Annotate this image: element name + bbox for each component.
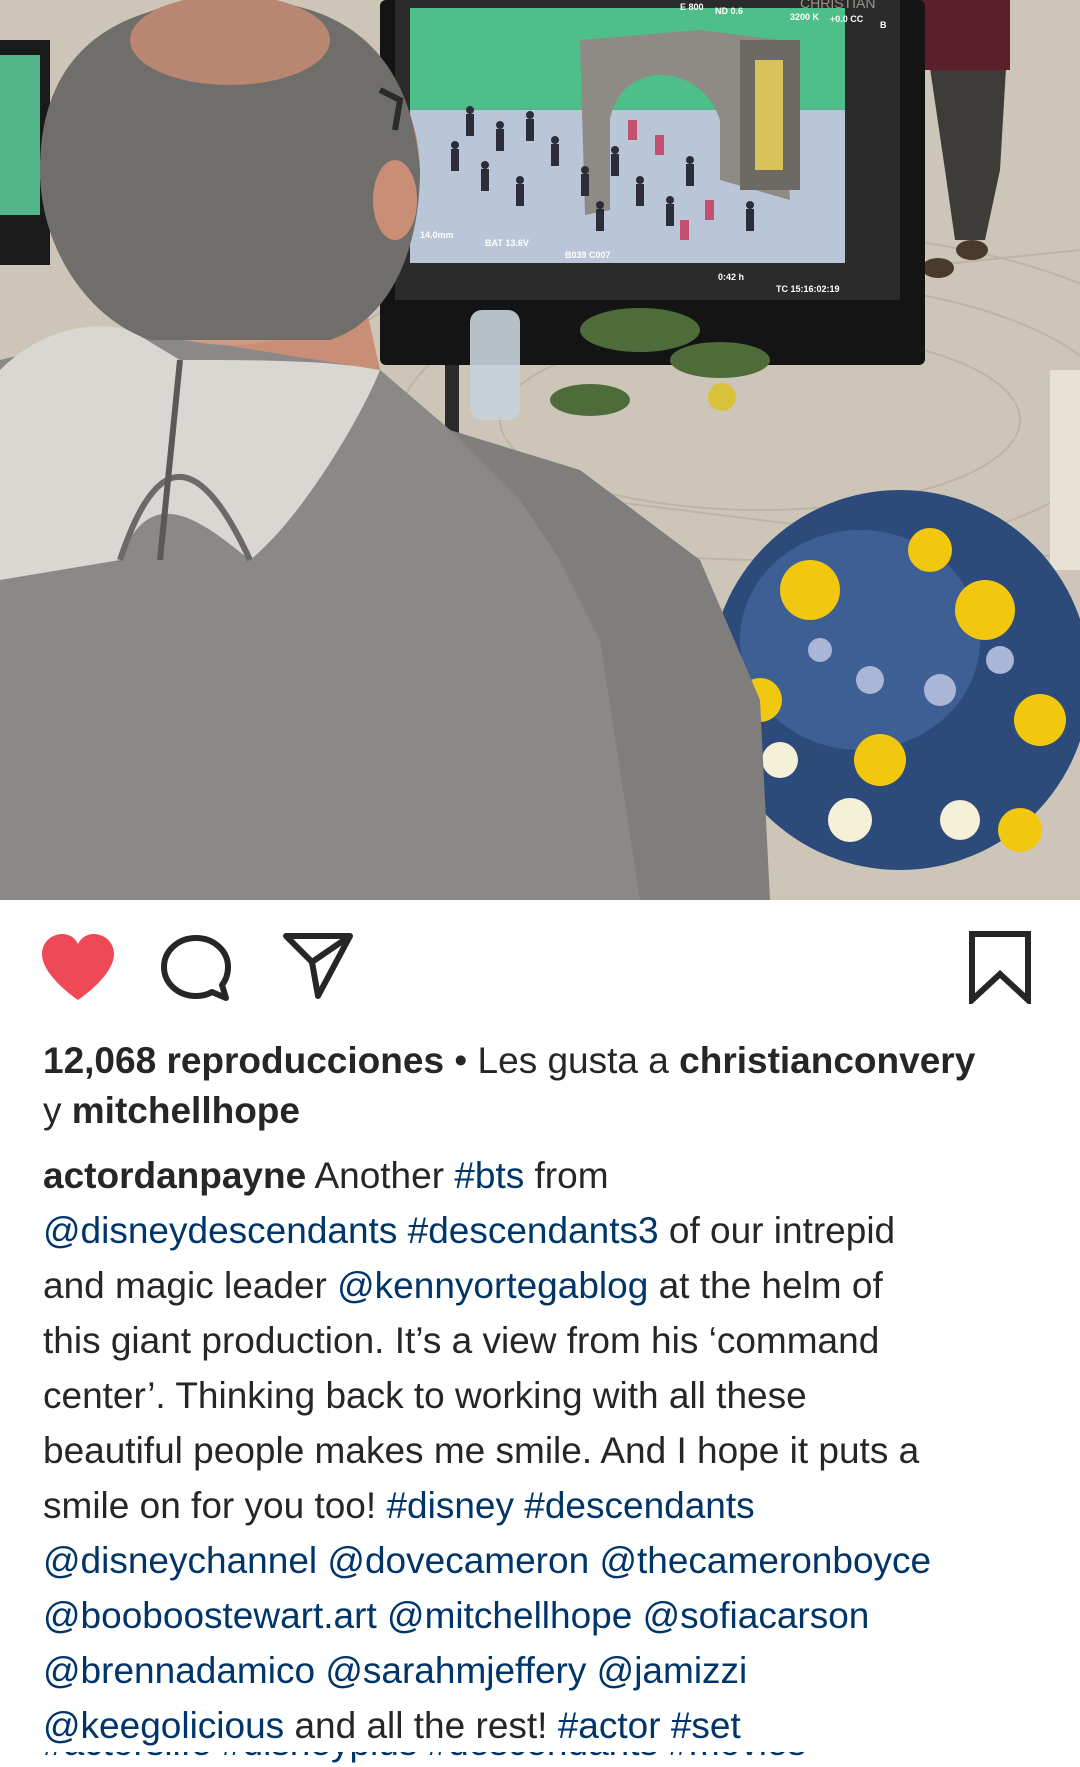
liked-by-prefix: Les gusta a: [477, 1040, 680, 1081]
bookmark-icon[interactable]: [968, 930, 1032, 1009]
mention-link[interactable]: @thecameronboyce: [599, 1540, 931, 1581]
osd-kelvin: 3200 K: [790, 12, 820, 22]
mention-link[interactable]: @disneychannel: [43, 1540, 317, 1581]
caption-line: center’. Thinking back to working with a…: [43, 1375, 807, 1416]
caption-text: at the helm of: [648, 1265, 883, 1306]
caption-text: smile on for you too!: [43, 1485, 387, 1526]
caption-line: @brennadamico @sarahmjeffery @jamizzi: [43, 1643, 1053, 1698]
mention-link[interactable]: @dovecameron: [327, 1540, 589, 1581]
mention-link[interactable]: @keegolicious: [43, 1705, 284, 1746]
osd-battery: BAT 13.6V: [485, 238, 529, 248]
caption-line: actordanpayne Another #bts from: [43, 1148, 1053, 1203]
caption-line: smile on for you too! #disney #descendan…: [43, 1478, 1053, 1533]
caption-line: @disneydescendants #descendants3 of our …: [43, 1203, 1053, 1258]
osd-iso: E 800: [680, 2, 704, 12]
caption-username[interactable]: actordanpayne: [43, 1155, 306, 1196]
mention-link[interactable]: @disneydescendants: [43, 1210, 397, 1251]
hashtag-link[interactable]: #bts: [454, 1155, 524, 1196]
hashtag-link[interactable]: #actor: [558, 1705, 661, 1746]
osd-b: B: [880, 20, 887, 30]
caption-text: from: [524, 1155, 609, 1196]
osd-cc: +0.0 CC: [830, 14, 864, 24]
mention-link[interactable]: @sarahmjeffery: [325, 1650, 586, 1691]
separator: •: [444, 1040, 478, 1081]
caption-line: @keegolicious and all the rest! #actor #…: [43, 1698, 1053, 1753]
caption-space: [589, 1540, 599, 1581]
caption-line: this giant production. It’s a view from …: [43, 1320, 880, 1361]
liked-by-user-1[interactable]: christianconvery: [679, 1040, 975, 1081]
post-caption: actordanpayne Another #bts from @disneyd…: [43, 1148, 1053, 1753]
osd-nd: ND 0.6: [715, 6, 743, 16]
caption-text: and magic leader: [43, 1265, 338, 1306]
caption-space: [317, 1540, 327, 1581]
mention-link[interactable]: @jamizzi: [597, 1650, 748, 1691]
mention-link[interactable]: @mitchellhope: [387, 1595, 632, 1636]
caption-line: and magic leader @kennyortegablog at the…: [43, 1258, 1053, 1313]
hashtag-link[interactable]: #disney: [386, 1485, 514, 1526]
osd-remaining: 0:42 h: [718, 272, 744, 282]
mention-link[interactable]: @kennyortegablog: [337, 1265, 648, 1306]
caption-text: [514, 1485, 524, 1526]
likes-line: 12,068 reproducciones • Les gusta a chri…: [43, 1036, 1038, 1086]
caption-line: @booboostewart.art @mitchellhope @sofiac…: [43, 1588, 1053, 1643]
liked-by-user-2[interactable]: mitchellhope: [72, 1090, 300, 1131]
likes-line-2: y mitchellhope: [43, 1086, 1043, 1136]
mention-link[interactable]: @brennadamico: [43, 1650, 315, 1691]
osd-clip: B039 C007: [565, 250, 611, 260]
hashtag-link[interactable]: #actorslife #disneyplus #descendants #mo…: [43, 1752, 1043, 1764]
heart-icon[interactable]: [40, 934, 116, 1007]
caption-space: [377, 1595, 387, 1636]
caption-text: Another: [306, 1155, 455, 1196]
mention-link[interactable]: @sofiacarson: [643, 1595, 870, 1636]
caption-line: beautiful people makes me smile. And I h…: [43, 1430, 920, 1471]
caption-text: [661, 1705, 671, 1746]
caption-space: [315, 1650, 325, 1691]
caption-space: [586, 1650, 596, 1691]
banner-text: CHRISTIAN: [800, 0, 875, 11]
caption-text: of our intrepid: [658, 1210, 896, 1251]
views-count[interactable]: 12,068 reproducciones: [43, 1040, 444, 1081]
paper-plane-icon[interactable]: [282, 932, 354, 1005]
hashtag-link[interactable]: #set: [671, 1705, 741, 1746]
comment-icon[interactable]: [160, 934, 232, 1007]
caption-text: [397, 1210, 407, 1251]
mention-link[interactable]: @booboostewart.art: [43, 1595, 377, 1636]
post-photo-illustration: E 800 ND 0.6 3200 K +0.0 CC B 14.0mm BAT…: [0, 0, 1080, 900]
caption-line-partial: #actorslife #disneyplus #descendants #mo…: [43, 1752, 1043, 1767]
post-photo[interactable]: E 800 ND 0.6 3200 K +0.0 CC B 14.0mm BAT…: [0, 0, 1080, 900]
hashtag-link[interactable]: #descendants3: [408, 1210, 659, 1251]
osd-timecode: TC 15:16:02:19: [776, 284, 840, 294]
caption-line: @disneychannel @dovecameron @thecameronb…: [43, 1533, 1053, 1588]
liked-by-conjunction: y: [43, 1090, 72, 1131]
caption-space: [632, 1595, 642, 1636]
caption-text: and all the rest!: [284, 1705, 558, 1746]
post-meta: 12,068 reproducciones • Les gusta a chri…: [43, 1036, 1043, 1136]
hashtag-link[interactable]: #descendants: [524, 1485, 754, 1526]
osd-lens: 14.0mm: [420, 230, 454, 240]
